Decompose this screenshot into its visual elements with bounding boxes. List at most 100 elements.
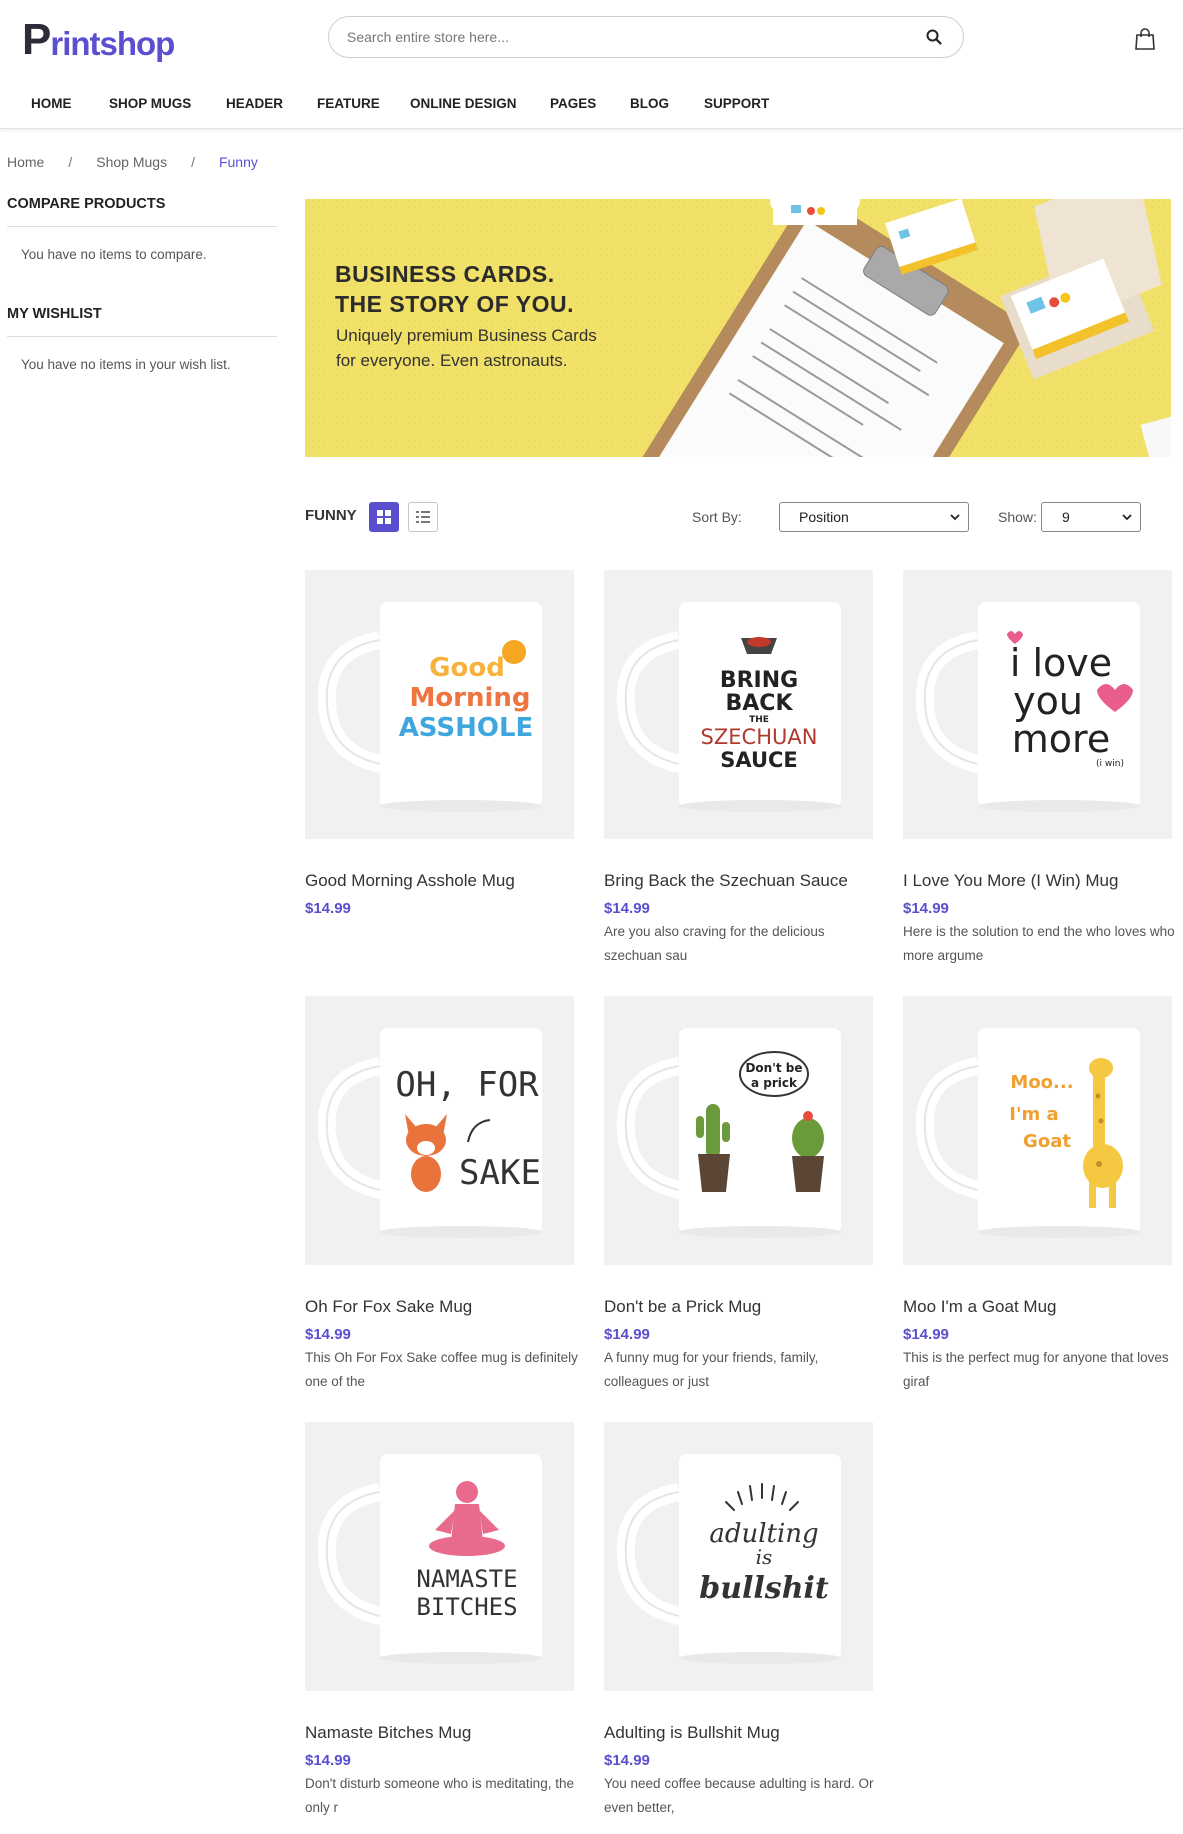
product-image[interactable]: BRING BACK THE SZECHUAN SAUCE — [604, 570, 873, 839]
search-icon[interactable] — [923, 26, 945, 48]
mug-art-line: BRING — [720, 668, 798, 693]
mug-image: i love you more (i win) — [915, 602, 1140, 812]
product-image[interactable]: adulting is bullshit — [604, 1422, 873, 1691]
mug-art-line: SAKE — [459, 1153, 541, 1193]
breadcrumb-separator: / — [68, 154, 73, 170]
breadcrumb-separator: / — [191, 154, 195, 170]
wishlist-title: MY WISHLIST — [7, 306, 277, 337]
banner-headline-line-2: THE STORY OF YOU. — [335, 291, 574, 317]
grid-view-button[interactable] — [369, 502, 399, 532]
sort-by-label: Sort By: — [692, 509, 742, 525]
product-price: $14.99 — [604, 1326, 650, 1343]
chevron-down-icon — [950, 513, 960, 520]
cart-icon[interactable] — [1133, 27, 1159, 53]
show-limit-select[interactable]: 9 — [1041, 502, 1141, 532]
product-card[interactable]: i love you more (i win) I Love You More … — [903, 570, 1175, 968]
mug-art-line: OH, FOR — [395, 1065, 539, 1105]
product-name[interactable]: Adulting is Bullshit Mug — [604, 1723, 874, 1743]
breadcrumb-current: Funny — [218, 154, 258, 170]
product-name[interactable]: Bring Back the Szechuan Sauce — [604, 871, 874, 891]
product-card[interactable]: Don't be a prick Don't be a Prick Mug $1… — [604, 996, 874, 1394]
product-card[interactable]: adulting is bullshit Adulting is Bullshi… — [604, 1422, 874, 1820]
wishlist-empty-text: You have no items in your wish list. — [21, 357, 231, 372]
mug-art-line: BITCHES — [416, 1593, 517, 1621]
nav-pages[interactable]: PAGES — [550, 96, 596, 111]
grid-icon — [377, 510, 391, 524]
product-card[interactable]: Good Morning ASSHOLE Good Morning Asshol… — [305, 570, 575, 920]
mug-art-line: (i win) — [1096, 759, 1124, 769]
logo-text: rintshop — [50, 25, 175, 62]
show-limit-value: 9 — [1062, 509, 1070, 525]
nav-support[interactable]: SUPPORT — [704, 96, 769, 111]
product-price: $14.99 — [903, 1326, 949, 1343]
breadcrumb-shop-mugs[interactable]: Shop Mugs — [96, 154, 167, 170]
mug-image: OH, FOR SAKE — [317, 1028, 542, 1238]
mug-art-line: Goat — [1023, 1131, 1071, 1152]
product-name[interactable]: I Love You More (I Win) Mug — [903, 871, 1173, 891]
nav-blog[interactable]: BLOG — [630, 96, 669, 111]
nav-header[interactable]: HEADER — [226, 96, 283, 111]
promo-banner[interactable]: BUSINESS CARDS. THE STORY OF YOU. Unique… — [305, 199, 1171, 457]
nav-home[interactable]: HOME — [31, 96, 72, 111]
mug-art-line: bullshit — [699, 1571, 829, 1606]
logo[interactable]: Printshop — [22, 6, 175, 64]
breadcrumb: Home / Shop Mugs / Funny — [7, 154, 258, 170]
logo-initial: P — [22, 15, 51, 64]
sort-by-select[interactable]: Position — [779, 502, 969, 532]
mug-art-line: a prick — [751, 1076, 798, 1090]
product-description: Here is the solution to end the who love… — [903, 924, 1175, 963]
mug-art-line: THE — [749, 715, 769, 725]
product-card[interactable]: Moo... I'm a Goat Moo I'm a Goat Mug $14… — [903, 996, 1173, 1394]
product-price: $14.99 — [604, 1752, 650, 1769]
sidebar: COMPARE PRODUCTS You have no items to co… — [7, 196, 277, 372]
product-description: Don't disturb someone who is meditating,… — [305, 1776, 574, 1815]
mug-art-line: Don't be — [745, 1061, 802, 1075]
banner-text-line-1: Uniquely premium Business Cards — [336, 326, 597, 345]
product-name[interactable]: Namaste Bitches Mug — [305, 1723, 575, 1743]
product-description: This Oh For Fox Sake coffee mug is defin… — [305, 1350, 578, 1389]
product-description: You need coffee because adulting is hard… — [604, 1776, 874, 1815]
product-name[interactable]: Good Morning Asshole Mug — [305, 871, 575, 891]
mug-art-line: Moo... — [1010, 1072, 1073, 1093]
product-image[interactable]: i love you more (i win) — [903, 570, 1172, 839]
site-header: Printshop HOME SHOP MUGS HEADER FEATURE … — [0, 0, 1183, 129]
banner-headline: BUSINESS CARDS. THE STORY OF YOU. — [335, 259, 574, 319]
product-price: $14.99 — [305, 900, 351, 917]
compare-empty-text: You have no items to compare. — [21, 247, 207, 262]
mug-art-line: more — [1012, 717, 1110, 761]
product-card[interactable]: NAMASTE BITCHES Namaste Bitches Mug $14.… — [305, 1422, 575, 1820]
product-card[interactable]: OH, FOR SAKE Oh For Fox Sake Mug $14.99 … — [305, 996, 578, 1394]
product-image[interactable]: Moo... I'm a Goat — [903, 996, 1172, 1265]
compare-products-title: COMPARE PRODUCTS — [7, 196, 277, 227]
search-bar — [328, 16, 964, 58]
banner-text-line-2: for everyone. Even astronauts. — [336, 351, 568, 370]
list-view-button[interactable] — [408, 502, 438, 532]
search-input[interactable] — [347, 29, 923, 45]
product-name[interactable]: Don't be a Prick Mug — [604, 1297, 874, 1317]
product-image[interactable]: Good Morning ASSHOLE — [305, 570, 574, 839]
chevron-down-icon — [1122, 513, 1132, 520]
product-card[interactable]: BRING BACK THE SZECHUAN SAUCE Bring Back… — [604, 570, 874, 968]
category-title: FUNNY — [305, 507, 357, 524]
product-name[interactable]: Oh For Fox Sake Mug — [305, 1297, 575, 1317]
breadcrumb-home[interactable]: Home — [7, 154, 44, 170]
nav-feature[interactable]: FEATURE — [317, 96, 380, 111]
product-description: Are you also craving for the delicious s… — [604, 924, 825, 963]
mug-art-line: is — [756, 1545, 773, 1569]
mug-art-line: SAUCE — [720, 748, 798, 772]
mug-image: Moo... I'm a Goat — [915, 1028, 1140, 1238]
banner-text: Uniquely premium Business Cards for ever… — [336, 323, 597, 373]
nav-online-design[interactable]: ONLINE DESIGN — [410, 96, 517, 111]
mug-art-line: BACK — [726, 691, 794, 716]
product-image[interactable]: Don't be a prick — [604, 996, 873, 1265]
mug-art-line: NAMASTE — [416, 1565, 517, 1593]
sort-by-value: Position — [799, 509, 849, 525]
product-image[interactable]: OH, FOR SAKE — [305, 996, 574, 1265]
product-price: $14.99 — [604, 900, 650, 917]
banner-headline-line-1: BUSINESS CARDS. — [335, 261, 555, 287]
product-image[interactable]: NAMASTE BITCHES — [305, 1422, 574, 1691]
show-label: Show: — [998, 509, 1037, 525]
mug-art-line: I'm a — [1009, 1104, 1058, 1125]
nav-shop-mugs[interactable]: SHOP MUGS — [109, 96, 191, 111]
product-name[interactable]: Moo I'm a Goat Mug — [903, 1297, 1173, 1317]
